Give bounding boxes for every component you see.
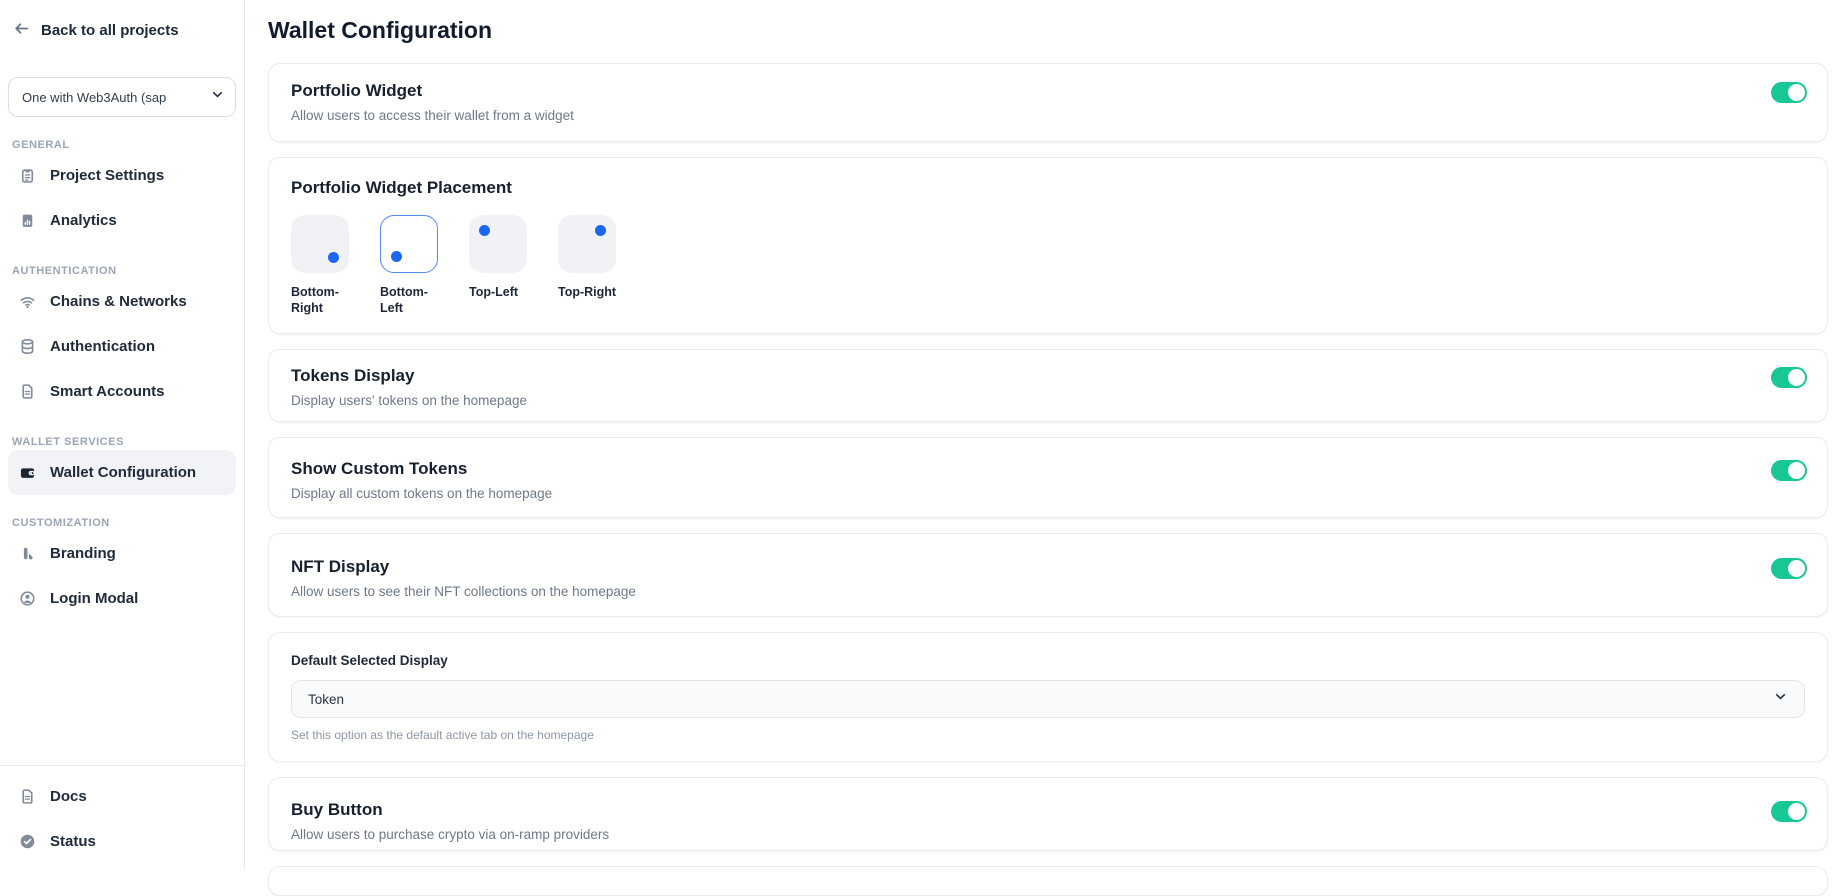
field-label: Default Selected Display <box>291 653 1805 668</box>
project-selector[interactable]: One with Web3Auth (sap <box>8 77 236 117</box>
sidebar-nav: GENERAL Project Settings Analytics AUTHENTI… <box>0 117 244 621</box>
card-description: Display all custom tokens on the homepag… <box>291 485 1805 502</box>
placement-tile[interactable] <box>380 215 438 273</box>
sidebar-item-docs[interactable]: Docs <box>8 774 236 819</box>
portfolio-widget-placement-card: Portfolio Widget Placement Bottom-RightB… <box>268 157 1828 334</box>
sidebar-item-label: Status <box>50 833 96 850</box>
placement-option-top-right[interactable]: Top-Right <box>558 215 622 317</box>
sidebar-item-label: Login Modal <box>50 590 138 607</box>
sidebar-item-project-settings[interactable]: Project Settings <box>8 153 236 198</box>
arrow-left-icon <box>13 20 30 41</box>
card-description: Allow users to purchase crypto via on-ra… <box>291 826 1805 843</box>
sidebar-item-chains-networks[interactable]: Chains & Networks <box>8 279 236 324</box>
select-value: Token <box>308 692 1773 707</box>
nav-section-label-customization: CUSTOMIZATION <box>12 517 232 529</box>
default-selected-display-select[interactable]: Token <box>291 680 1805 718</box>
placement-tile[interactable] <box>469 215 527 273</box>
sidebar-item-label: Chains & Networks <box>50 293 187 310</box>
sidebar-item-label: Docs <box>50 788 87 805</box>
card-title: Buy Button <box>291 799 1805 821</box>
card-title: NFT Display <box>291 556 1805 578</box>
show-custom-tokens-toggle[interactable] <box>1771 460 1807 481</box>
placement-option-label: Bottom-Left <box>380 284 444 317</box>
back-to-projects-link[interactable]: Back to all projects <box>0 0 244 41</box>
nft-display-card: NFT Display Allow users to see their NFT… <box>268 533 1828 617</box>
wifi-icon <box>19 293 36 310</box>
show-custom-tokens-card: Show Custom Tokens Display all custom to… <box>268 437 1828 518</box>
nav-section-label-authentication: AUTHENTICATION <box>12 265 232 277</box>
placement-option-label: Bottom-Right <box>291 284 355 317</box>
sidebar: Back to all projects One with Web3Auth (… <box>0 0 245 870</box>
tokens-display-card: Tokens Display Display users' tokens on … <box>268 349 1828 422</box>
placement-option-bottom-left[interactable]: Bottom-Left <box>380 215 444 317</box>
user-icon <box>19 590 36 607</box>
buy-button-card: Buy Button Allow users to purchase crypt… <box>268 777 1828 851</box>
chevron-down-icon <box>210 87 225 107</box>
sidebar-item-status[interactable]: Status <box>8 819 236 864</box>
database-icon <box>19 338 36 355</box>
back-to-projects-label: Back to all projects <box>41 22 179 39</box>
sidebar-item-label: Authentication <box>50 338 155 355</box>
sidebar-item-analytics[interactable]: Analytics <box>8 198 236 243</box>
tokens-display-toggle[interactable] <box>1771 367 1807 388</box>
card-description: Allow users to access their wallet from … <box>291 107 1805 124</box>
placement-dot-icon <box>391 251 402 262</box>
clipboard-icon <box>19 167 36 184</box>
placement-dot-icon <box>328 252 339 263</box>
project-selector-value: One with Web3Auth (sap <box>22 90 204 105</box>
default-selected-display-card: Default Selected Display Token Set this … <box>268 632 1828 762</box>
sidebar-item-branding[interactable]: Branding <box>8 531 236 576</box>
portfolio-widget-toggle[interactable] <box>1771 82 1807 103</box>
main-content: Wallet Configuration Portfolio Widget Al… <box>246 0 1840 870</box>
card-title: Show Custom Tokens <box>291 458 1805 480</box>
branding-icon <box>19 545 36 562</box>
wallet-icon <box>19 464 36 481</box>
card-description: Display users' tokens on the homepage <box>291 392 1805 409</box>
placement-dot-icon <box>595 225 606 236</box>
buy-button-toggle[interactable] <box>1771 801 1807 822</box>
field-helper-text: Set this option as the default active ta… <box>291 728 1805 742</box>
sidebar-item-label: Branding <box>50 545 116 562</box>
card-title: Portfolio Widget <box>291 80 1805 102</box>
document-icon <box>19 788 36 805</box>
sidebar-item-wallet-configuration[interactable]: Wallet Configuration <box>8 450 236 495</box>
check-circle-icon <box>19 833 36 850</box>
sidebar-item-authentication[interactable]: Authentication <box>8 324 236 369</box>
document-icon <box>19 383 36 400</box>
card-title: Portfolio Widget Placement <box>291 177 1805 199</box>
chevron-down-icon <box>1773 689 1788 709</box>
placement-option-bottom-right[interactable]: Bottom-Right <box>291 215 355 317</box>
placement-options: Bottom-Right Bottom-Left Top-Left Top-Right <box>291 215 1805 317</box>
sidebar-item-label: Wallet Configuration <box>50 464 196 481</box>
nft-display-toggle[interactable] <box>1771 558 1807 579</box>
placement-tile[interactable] <box>558 215 616 273</box>
card-title: Tokens Display <box>291 365 1805 387</box>
sidebar-item-label: Analytics <box>50 212 117 229</box>
portfolio-widget-card: Portfolio Widget Allow users to access t… <box>268 63 1828 142</box>
sidebar-item-login-modal[interactable]: Login Modal <box>8 576 236 621</box>
sidebar-item-smart-accounts[interactable]: Smart Accounts <box>8 369 236 414</box>
sidebar-item-label: Project Settings <box>50 167 164 184</box>
partial-next-card <box>268 866 1828 896</box>
placement-tile[interactable] <box>291 215 349 273</box>
analytics-icon <box>19 212 36 229</box>
page-title: Wallet Configuration <box>268 17 1828 44</box>
placement-option-label: Top-Left <box>469 284 533 300</box>
sidebar-item-label: Smart Accounts <box>50 383 164 400</box>
card-description: Allow users to see their NFT collections… <box>291 583 1805 600</box>
nav-section-label-general: GENERAL <box>12 139 232 151</box>
placement-option-label: Top-Right <box>558 284 622 300</box>
nav-section-label-wallet-services: WALLET SERVICES <box>12 436 232 448</box>
sidebar-footer: Docs Status <box>0 765 244 870</box>
placement-dot-icon <box>479 225 490 236</box>
placement-option-top-left[interactable]: Top-Left <box>469 215 533 317</box>
